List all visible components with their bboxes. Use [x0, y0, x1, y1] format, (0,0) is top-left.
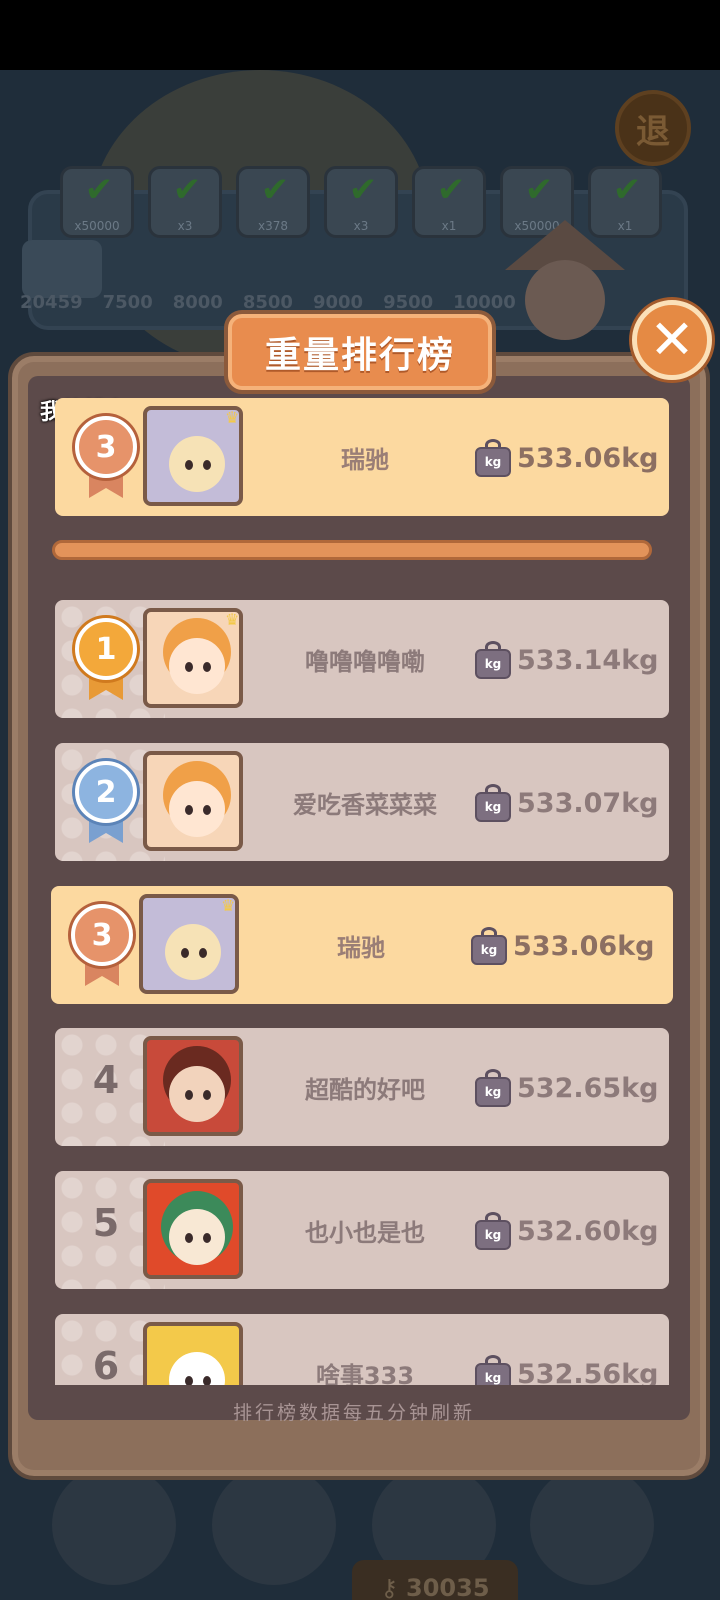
status-bar	[0, 0, 720, 70]
reward-item: ✔ x1	[412, 166, 486, 238]
bronze-medal-icon: 3	[71, 904, 133, 990]
weight-display: kg 533.06kg	[471, 924, 654, 968]
player-name: 瑞驰	[341, 445, 389, 474]
reward-amount: x378	[257, 219, 288, 233]
key-icon: ⚷	[380, 1574, 399, 1600]
avatar[interactable]: ♛	[143, 608, 243, 708]
check-icon: ✔	[436, 170, 466, 210]
avatar[interactable]	[143, 1036, 243, 1136]
avatar[interactable]	[143, 1322, 243, 1385]
weight-value: 532.65kg	[517, 1072, 659, 1104]
weight-icon: kg	[475, 1069, 511, 1107]
check-icon: ✔	[84, 170, 114, 210]
crown-icon: ♛	[225, 408, 240, 427]
section-divider	[52, 540, 652, 560]
check-icon: ✔	[348, 170, 378, 210]
rank-number: 6	[92, 1344, 120, 1385]
bottom-menu-button	[212, 1465, 336, 1585]
reward-amount: x3	[177, 219, 193, 233]
weight-icon: kg	[475, 1355, 511, 1385]
leaderboard-list[interactable]: 1 ♛ 噜噜噜噜嘞 kg 533.14kg 2 爱吃香菜菜菜 kg 533.07…	[24, 590, 684, 1385]
player-name: 啥事333	[315, 1361, 415, 1386]
check-icon: ✔	[524, 170, 554, 210]
weight-value: 533.06kg	[513, 930, 655, 962]
player-name: 瑞驰	[337, 933, 385, 962]
rank-number: 3	[95, 429, 117, 465]
bronze-medal-icon: 3	[75, 416, 137, 502]
money-counter: ⚷ 30035	[352, 1560, 518, 1600]
close-button[interactable]: ✕	[632, 300, 712, 380]
weight-display: kg 533.14kg	[475, 638, 658, 682]
silver-medal-icon: 2	[75, 761, 137, 847]
avatar[interactable]: ♛	[139, 894, 239, 994]
score-marker: 7500	[102, 292, 153, 313]
bottom-menu-button	[52, 1465, 176, 1585]
list-item[interactable]: 1 ♛ 噜噜噜噜嘞 kg 533.14kg	[55, 600, 669, 718]
my-rank-row: 3 ♛ 瑞驰 kg 533.06kg	[55, 398, 669, 516]
weight-display: kg 532.60kg	[475, 1209, 658, 1253]
list-item[interactable]: 4 超酷的好吧 kg 532.65kg	[55, 1028, 669, 1146]
weight-display: kg 533.07kg	[475, 781, 658, 825]
weight-icon: kg	[471, 927, 507, 965]
rank-number: 2	[95, 774, 117, 810]
rank-number: 3	[91, 917, 113, 953]
reward-item: ✔ x3	[324, 166, 398, 238]
character-face	[525, 260, 605, 340]
weight-icon: kg	[475, 784, 511, 822]
avatar[interactable]: ♛	[143, 406, 243, 506]
money-value: 30035	[406, 1574, 490, 1600]
check-icon: ✔	[260, 170, 290, 210]
score-marker: 20459	[20, 292, 83, 313]
score-marker: 8000	[172, 292, 223, 313]
list-item[interactable]: 5 也小也是也 kg 532.60kg	[55, 1171, 669, 1289]
weight-value: 533.07kg	[517, 787, 659, 819]
reward-item: ✔ x3	[148, 166, 222, 238]
rank-number: 1	[95, 631, 117, 667]
check-icon: ✔	[612, 170, 642, 210]
avatar[interactable]	[143, 1179, 243, 1279]
bottom-menu-button	[530, 1465, 654, 1585]
weight-display: kg 533.06kg	[475, 436, 658, 480]
refresh-note: 排行榜数据每五分钟刷新	[232, 1401, 475, 1424]
weight-icon: kg	[475, 641, 511, 679]
reward-item: ✔ x378	[236, 166, 310, 238]
reward-item: ✔ x50000	[60, 166, 134, 238]
check-icon: ✔	[172, 170, 202, 210]
player-name: 也小也是也	[305, 1218, 425, 1247]
player-name: 超酷的好吧	[305, 1075, 425, 1104]
weight-icon: kg	[475, 1212, 511, 1250]
dialog-title: 重量排行榜	[264, 335, 455, 376]
exit-button: 退	[615, 90, 691, 166]
crown-icon: ♛	[225, 610, 240, 629]
weight-icon: kg	[475, 439, 511, 477]
list-item[interactable]: 2 爱吃香菜菜菜 kg 533.07kg	[55, 743, 669, 861]
reward-amount: x1	[441, 219, 457, 233]
player-name: 噜噜噜噜嘞	[305, 647, 425, 676]
weight-value: 533.06kg	[517, 442, 659, 474]
dialog-title-plate: 重量排行榜	[224, 310, 496, 394]
close-icon: ✕	[649, 308, 695, 371]
weight-value: 532.60kg	[517, 1215, 659, 1247]
avatar[interactable]	[143, 751, 243, 851]
player-name: 爱吃香菜菜菜	[293, 790, 437, 819]
weight-display: kg 532.65kg	[475, 1066, 658, 1110]
list-item[interactable]: 6 啥事333 kg 532.56kg	[55, 1314, 669, 1385]
crown-icon: ♛	[221, 896, 236, 915]
weight-display: kg 532.56kg	[475, 1352, 658, 1385]
rank-number: 4	[92, 1058, 120, 1102]
weight-value: 533.14kg	[517, 644, 659, 676]
rank-number: 5	[92, 1201, 120, 1245]
weight-value: 532.56kg	[517, 1358, 659, 1386]
reward-amount: x50000	[74, 219, 120, 233]
gold-medal-icon: 1	[75, 618, 137, 704]
coin-icon	[22, 240, 102, 298]
list-item[interactable]: 3 ♛ 瑞驰 kg 533.06kg	[51, 886, 673, 1004]
reward-amount: x3	[353, 219, 369, 233]
